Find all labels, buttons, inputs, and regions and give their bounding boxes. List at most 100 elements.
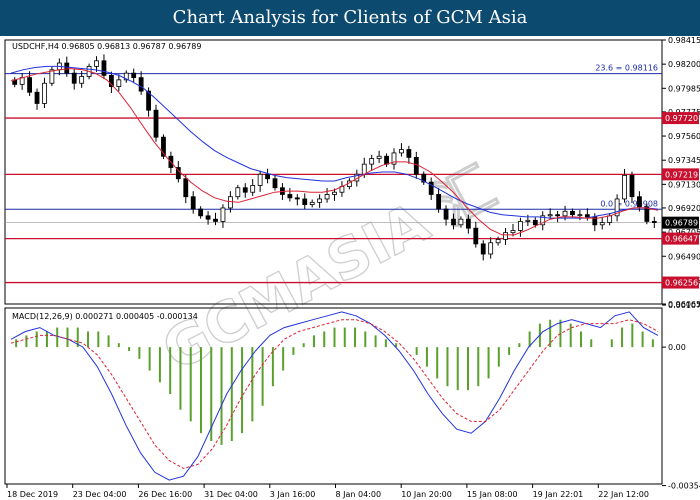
candle-body — [599, 222, 605, 226]
candle-body — [644, 206, 650, 222]
current-price-label: 0.96789 — [665, 219, 698, 228]
candle-body — [369, 158, 375, 165]
candle-body — [272, 178, 278, 189]
candle-body — [227, 196, 233, 209]
level-label: 0.97219 — [665, 170, 698, 179]
candle-body — [220, 207, 226, 222]
candle-body — [294, 197, 300, 200]
candle-body — [42, 82, 47, 104]
candle-body — [562, 210, 568, 217]
candle-body — [384, 155, 389, 165]
x-tick-label: 8 Jan 04:00 — [336, 490, 382, 499]
fib-label: 0.0 = 0.96908 — [600, 199, 658, 208]
candle-body — [399, 149, 404, 154]
chart-header: USDCHF,H4 0.96805 0.96813 0.96787 0.9678… — [12, 42, 201, 51]
candle-body — [518, 221, 523, 231]
x-tick-label: 18 Dec 2019 — [7, 490, 58, 499]
x-tick-label: 19 Jan 22:01 — [533, 490, 584, 499]
y-tick-label: 0.97560 — [668, 132, 700, 141]
x-axis: 18 Dec 2019 23 Dec 04:00 26 Dec 16:00 31 De… — [6, 484, 649, 499]
candle-body — [190, 196, 196, 210]
candle-body — [570, 210, 575, 216]
candle-body — [510, 230, 516, 234]
x-tick-label: 22 Jan 12:00 — [598, 490, 649, 499]
level-label: 0.96647 — [665, 235, 698, 244]
macd-y-tick-label: 0.00 — [668, 343, 686, 352]
y-tick-label: 0.97130 — [668, 180, 700, 189]
candle-body — [183, 178, 189, 198]
candle-body — [488, 242, 494, 255]
fib-label: 23.6 = 0.98116 — [595, 64, 658, 73]
candle-body — [451, 218, 456, 226]
x-tick-label: 15 Jan 08:00 — [467, 490, 518, 499]
candle-body — [361, 163, 367, 175]
candle-body — [250, 185, 256, 193]
candle-body — [651, 221, 657, 223]
candle-body — [302, 198, 308, 205]
y-tick-label: 0.98200 — [668, 60, 700, 69]
candle-body — [406, 149, 412, 158]
candle-body — [34, 91, 40, 104]
y-tick-label: 0.96490 — [668, 252, 700, 261]
candle-body — [547, 214, 553, 217]
candle-body — [257, 173, 263, 186]
candle-body — [555, 214, 561, 217]
candle-body — [101, 60, 107, 76]
x-tick-label: 31 Dec 04:00 — [204, 490, 258, 499]
x-tick-label: 10 Jan 20:00 — [401, 490, 452, 499]
candle-body — [607, 215, 613, 223]
candle-body — [584, 214, 590, 218]
y-tick-label: 0.96920 — [668, 204, 700, 213]
x-tick-label: 3 Jan 16:00 — [270, 490, 316, 499]
ma-red-line — [10, 68, 659, 236]
candle-body — [443, 208, 449, 220]
watermark: GCMASIA 汇 — [152, 154, 507, 385]
candle-body — [64, 62, 70, 74]
candle-body — [473, 227, 479, 245]
macd-panel: MACD(12,26,9) 0.000271 0.000405 -0.00013… — [4, 301, 700, 491]
candle-body — [131, 72, 137, 79]
candle-body — [503, 232, 508, 240]
candle-body — [324, 194, 330, 200]
candle-body — [525, 219, 531, 222]
candle-body — [458, 218, 464, 226]
watermark-text: GCMASIA 汇 — [152, 155, 506, 384]
macd-y-tick-label: -0.00354 — [668, 482, 700, 491]
candle-body — [79, 76, 85, 84]
candle-body — [242, 187, 248, 193]
macd-y-tick-label: 0.001075 — [668, 301, 700, 310]
candle-body — [71, 72, 77, 84]
candle-body — [622, 174, 627, 200]
candle-body — [332, 191, 337, 195]
y-tick-label: 0.98415 — [668, 36, 700, 45]
candle-body — [94, 60, 99, 67]
candle-body — [317, 198, 323, 203]
macd-header: MACD(12,26,9) 0.000271 0.000405 -0.00013… — [12, 312, 198, 321]
candle-body — [213, 218, 218, 222]
x-tick-label: 23 Dec 04:00 — [73, 490, 127, 499]
y-tick-label: 0.97345 — [668, 156, 700, 165]
level-label: 0.96256 — [665, 279, 698, 288]
candle-body — [637, 196, 642, 208]
candle-body — [153, 109, 159, 138]
candle-body — [465, 218, 471, 229]
x-tick-label: 26 Dec 16:00 — [138, 490, 192, 499]
chart-title-banner: Chart Analysis for Clients of GCM Asia — [0, 0, 700, 36]
candle-body — [495, 239, 501, 244]
candle-body — [436, 194, 442, 210]
candle-body — [138, 77, 144, 92]
level-label: 0.97720 — [665, 114, 698, 123]
candle-body — [480, 243, 486, 255]
candle-body — [577, 214, 583, 217]
candle-body — [198, 208, 204, 217]
candle-body — [629, 174, 635, 198]
candle-body — [287, 194, 293, 199]
candle-body — [376, 155, 382, 159]
candle-body — [205, 215, 211, 220]
candle-body — [27, 77, 32, 93]
chart-svg: GCMASIA 汇 0.984150.982000.979850.977750.… — [4, 36, 700, 499]
candle-body — [265, 173, 270, 180]
candle-body — [116, 79, 122, 88]
candle-body — [235, 187, 241, 198]
candle-body — [413, 156, 419, 175]
